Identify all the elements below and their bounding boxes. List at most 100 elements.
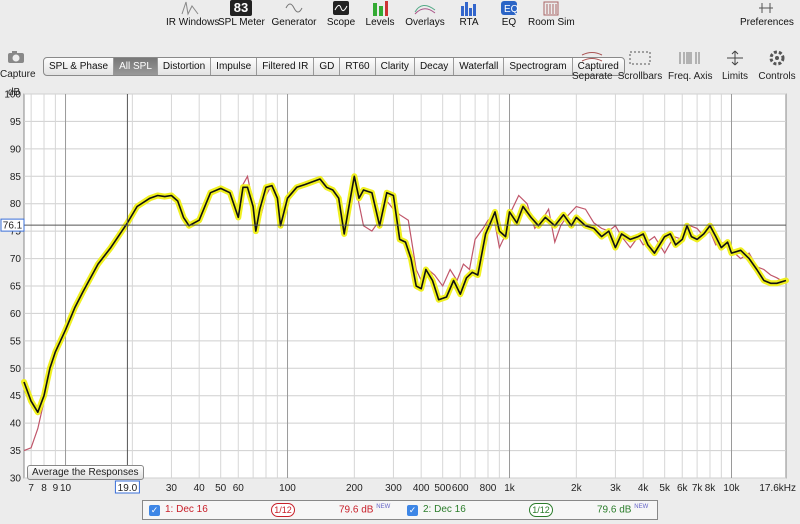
graph-tab-strip: SPL & Phase All SPL Distortion Impulse F… bbox=[43, 57, 625, 76]
spl-meter-button[interactable]: 83 SPL Meter bbox=[218, 0, 265, 28]
levels-label: Levels bbox=[365, 17, 395, 28]
y-tick-label: 50 bbox=[10, 364, 22, 375]
x-tick-label: 9 bbox=[53, 483, 59, 494]
average-responses-button[interactable]: Average the Responses bbox=[27, 465, 144, 480]
x-tick-label: 7 bbox=[28, 483, 34, 494]
tab-spectrogram[interactable]: Spectrogram bbox=[504, 58, 573, 75]
measurement-1-smoothing[interactable]: 1/12 bbox=[271, 503, 295, 517]
camera-icon bbox=[8, 51, 24, 63]
tab-clarity[interactable]: Clarity bbox=[376, 58, 415, 75]
generator-button[interactable]: Generator bbox=[271, 0, 317, 28]
cursor-y-readout: 76.1 bbox=[3, 221, 23, 232]
separate-button[interactable]: Separate bbox=[572, 50, 613, 82]
x-tick-label: 40 bbox=[194, 483, 206, 494]
x-tick-label: 10 bbox=[60, 483, 72, 494]
x-tick-label: 6k bbox=[677, 483, 689, 494]
preferences-icon bbox=[759, 3, 773, 13]
y-tick-label: 40 bbox=[10, 419, 22, 430]
ir-windows-label: IR Windows bbox=[166, 17, 220, 28]
x-tick-label: 8 bbox=[41, 483, 47, 494]
controls-button[interactable]: Controls bbox=[757, 50, 797, 82]
freq-axis-icon bbox=[679, 52, 700, 64]
eq-label: EQ bbox=[501, 17, 517, 28]
spl-graph[interactable]: dB3035404550556065707580859095100 7 8 9 10 3… bbox=[0, 86, 800, 500]
x-tick-label: 500 bbox=[434, 483, 451, 494]
scrollbars-button[interactable]: Scrollbars bbox=[617, 50, 663, 82]
x-tick-label: 200 bbox=[346, 483, 363, 494]
x-tick-label: 30 bbox=[166, 483, 178, 494]
app-window: IR Windows 83 SPL Meter Generator Scope … bbox=[0, 0, 800, 524]
generator-label: Generator bbox=[271, 17, 317, 28]
x-tick-label: 1k bbox=[504, 483, 516, 494]
x-tick-label: 100 bbox=[279, 483, 296, 494]
limits-button[interactable]: Limits bbox=[718, 50, 752, 82]
x-tick-label: 50 bbox=[215, 483, 227, 494]
tab-impulse[interactable]: Impulse bbox=[211, 58, 258, 75]
scope-button[interactable]: Scope bbox=[326, 0, 356, 28]
x-tick-label: 800 bbox=[480, 483, 497, 494]
separate-icon bbox=[581, 52, 603, 62]
measurement-2-checkbox[interactable]: ✓ bbox=[407, 505, 418, 516]
generator-icon bbox=[285, 3, 303, 13]
freq-axis-button[interactable]: Freq. Axis bbox=[668, 50, 712, 82]
scrollbars-icon bbox=[629, 51, 651, 65]
overlays-label: Overlays bbox=[405, 17, 445, 28]
x-tick-label: 8k bbox=[705, 483, 717, 494]
measurement-2-level: 79.6 dB NEW bbox=[597, 504, 648, 515]
capture-label: Capture bbox=[0, 69, 36, 80]
x-tick-label: 10k bbox=[723, 483, 740, 494]
tab-filtered-ir[interactable]: Filtered IR bbox=[257, 58, 315, 75]
rta-button[interactable]: RTA bbox=[456, 0, 482, 28]
y-tick-label: 85 bbox=[10, 172, 22, 183]
y-tick-label: 95 bbox=[10, 117, 22, 128]
x-tick-label: 600 bbox=[452, 483, 469, 494]
x-tick-label: 400 bbox=[413, 483, 430, 494]
rta-label: RTA bbox=[459, 17, 479, 28]
ir-windows-button[interactable]: IR Windows bbox=[166, 0, 220, 28]
levels-icon bbox=[373, 1, 388, 16]
measurement-1-new-tag: NEW bbox=[376, 504, 391, 510]
separate-label: Separate bbox=[572, 71, 613, 82]
tab-decay[interactable]: Decay bbox=[415, 58, 455, 75]
x-tick-label: 3k bbox=[610, 483, 622, 494]
rta-icon bbox=[461, 2, 476, 16]
tab-waterfall[interactable]: Waterfall bbox=[454, 58, 505, 75]
capture-button[interactable]: Capture bbox=[0, 50, 36, 80]
measurement-1-checkbox[interactable]: ✓ bbox=[149, 505, 160, 516]
room-sim-button[interactable]: Room Sim bbox=[528, 0, 575, 28]
y-tick-label: 80 bbox=[10, 199, 22, 210]
y-tick-label: 65 bbox=[10, 282, 22, 293]
y-tick-label: 30 bbox=[10, 474, 22, 485]
x-tick-label: 60 bbox=[233, 483, 245, 494]
y-tick-label: 70 bbox=[10, 254, 22, 265]
tab-rt60[interactable]: RT60 bbox=[340, 58, 376, 75]
tab-gd[interactable]: GD bbox=[314, 58, 341, 75]
scope-label: Scope bbox=[326, 17, 356, 28]
ir-windows-icon bbox=[181, 1, 199, 16]
y-tick-label: 100 bbox=[4, 90, 21, 101]
measurement-2-smoothing[interactable]: 1/12 bbox=[529, 503, 553, 517]
overlays-icon bbox=[414, 5, 436, 15]
tab-spl-phase[interactable]: SPL & Phase bbox=[44, 58, 115, 75]
preferences-button[interactable]: Preferences bbox=[740, 0, 794, 28]
measurement-2-new-tag: NEW bbox=[634, 504, 649, 510]
y-tick-label: 45 bbox=[10, 391, 22, 402]
y-tick-label: 60 bbox=[10, 309, 22, 320]
scope-icon bbox=[333, 1, 349, 15]
y-tick-label: 90 bbox=[10, 144, 22, 155]
tab-all-spl[interactable]: All SPL bbox=[114, 58, 158, 75]
tab-distortion[interactable]: Distortion bbox=[158, 58, 212, 75]
eq-icon: EQ bbox=[501, 1, 518, 15]
eq-button[interactable]: EQ EQ bbox=[496, 0, 522, 28]
x-tick-label: 2k bbox=[571, 483, 583, 494]
cursor-x-readout: 19.0 bbox=[118, 483, 138, 494]
measurement-1-name[interactable]: 1: Dec 16 bbox=[165, 504, 208, 515]
measurement-2-name[interactable]: 2: Dec 16 bbox=[423, 504, 466, 515]
overlays-button[interactable]: Overlays bbox=[404, 0, 446, 28]
svg-text:EQ: EQ bbox=[504, 4, 518, 15]
levels-button[interactable]: Levels bbox=[364, 0, 396, 28]
spl-meter-label: SPL Meter bbox=[218, 17, 265, 28]
measurement-2-level-value: 79.6 dB bbox=[597, 504, 632, 516]
top-toolbar: IR Windows 83 SPL Meter Generator Scope … bbox=[0, 0, 800, 30]
measurement-1-level: 79.6 dB NEW bbox=[339, 504, 390, 515]
